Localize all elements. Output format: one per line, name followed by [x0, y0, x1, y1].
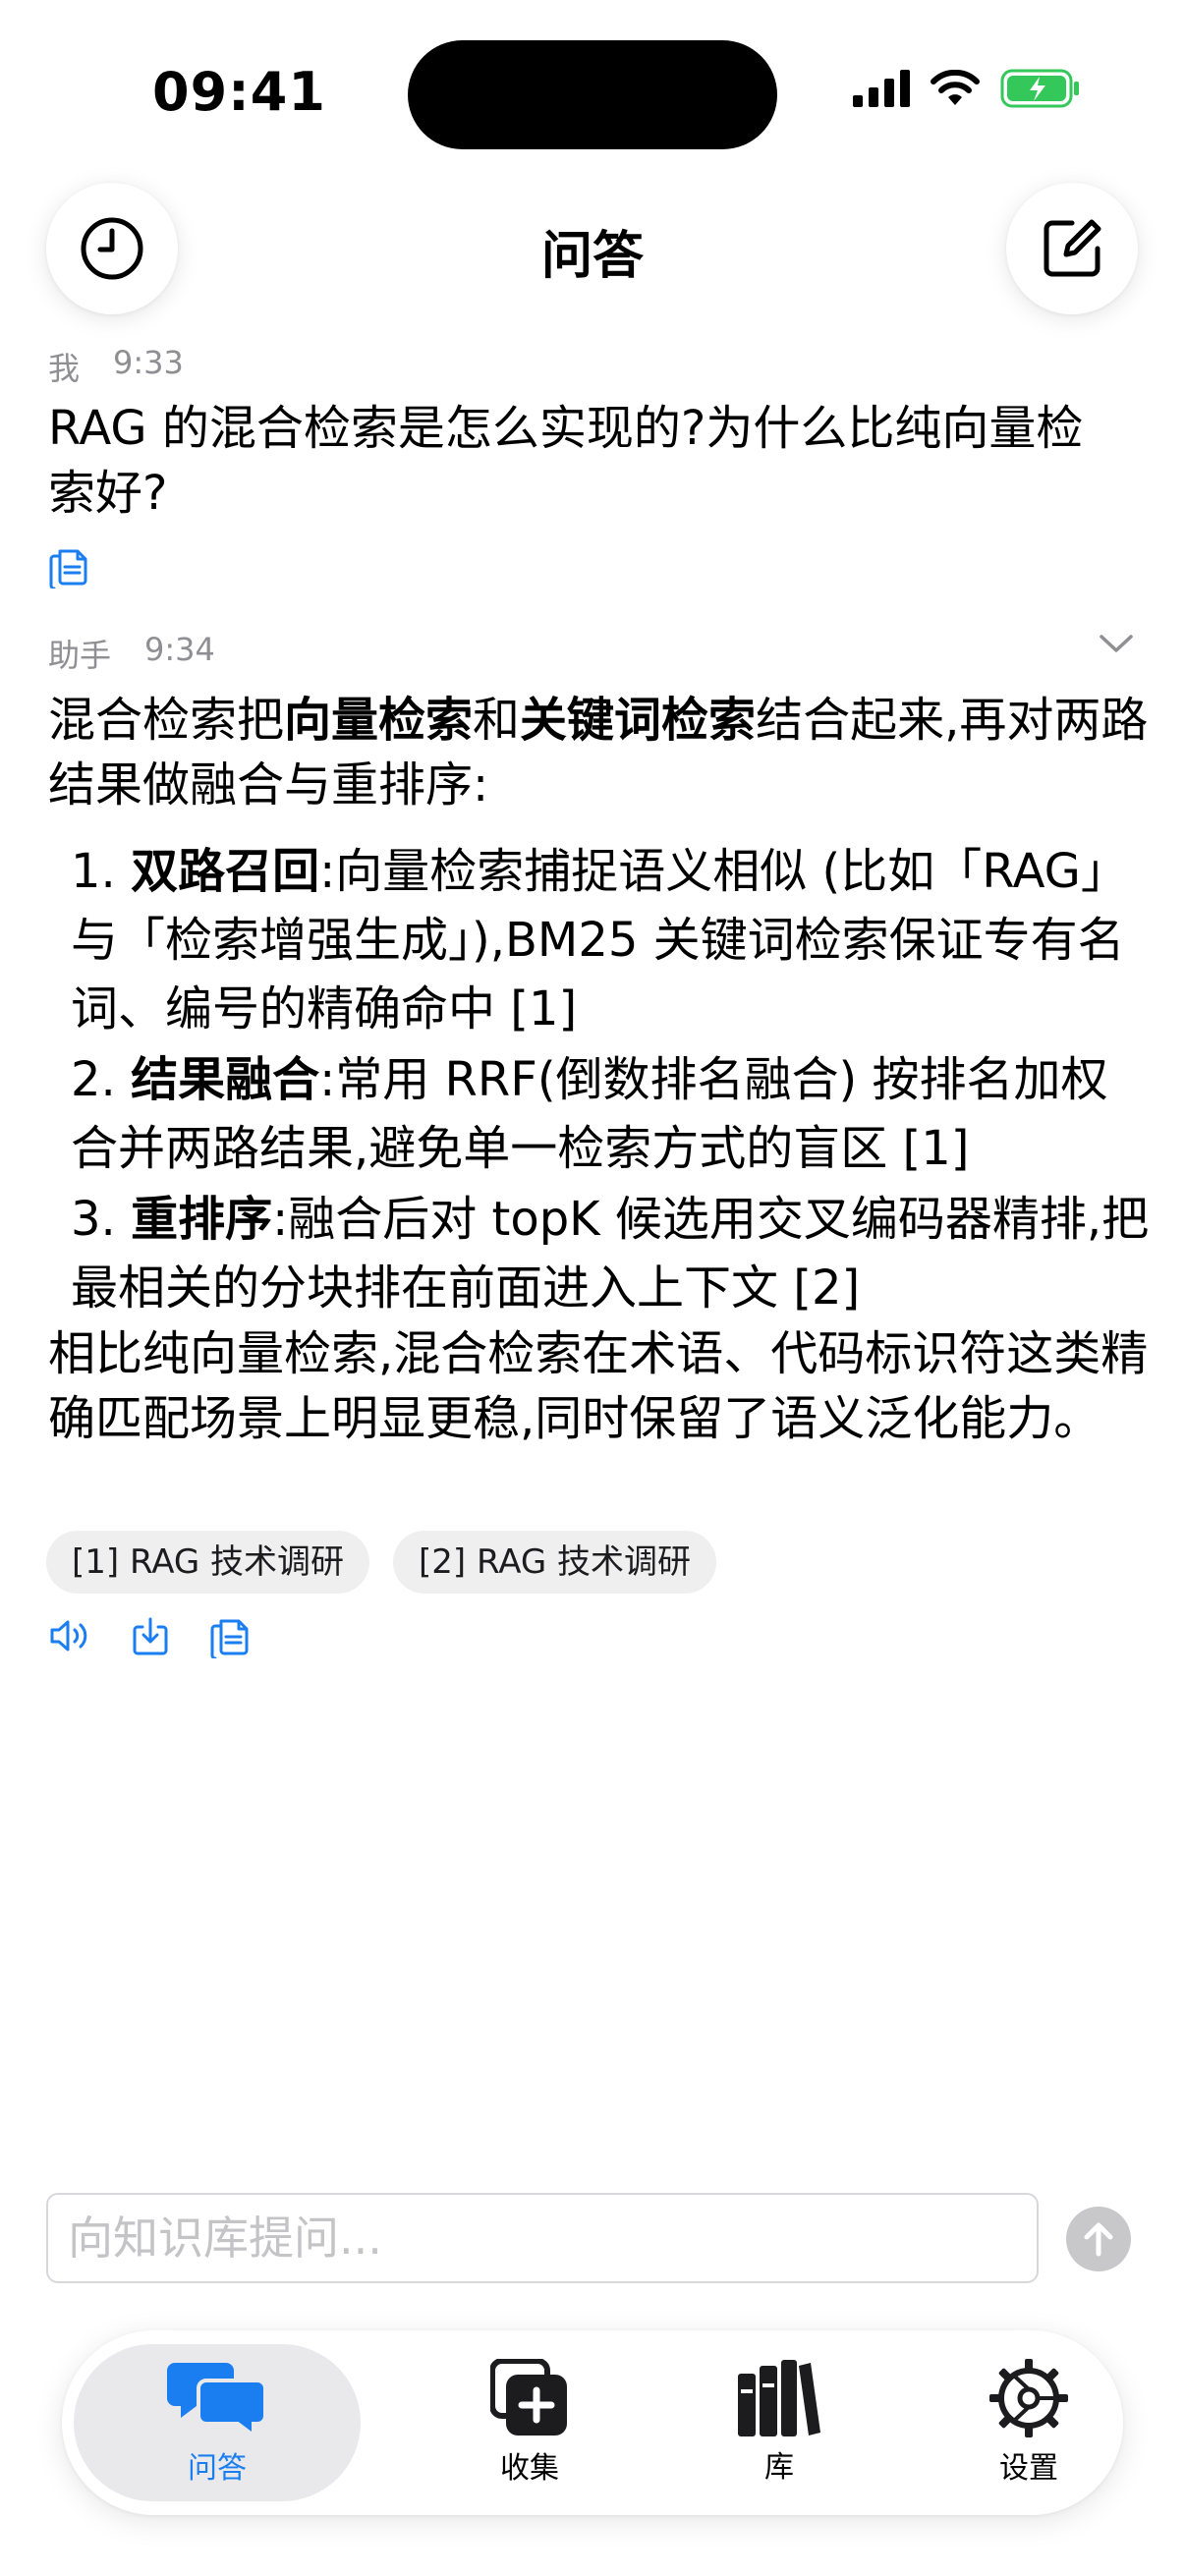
intro-bold-keyword: 关键词检索 [520, 693, 757, 748]
collapse-message-button[interactable] [1099, 633, 1134, 658]
citation-chip-2[interactable]: [2] RAG 技术调研 [393, 1531, 717, 1594]
read-aloud-button[interactable] [48, 1616, 91, 1659]
list-item-number: 1. [71, 844, 116, 899]
assistant-answer-intro: 混合检索把向量检索和关键词检索结合起来,再对两路结果做融合与重排序: [48, 688, 1149, 817]
cellular-signal-icon [853, 70, 910, 107]
list-item-number: 3. [71, 1192, 116, 1247]
list-item: 2. 结果融合:常用 RRF(倒数排名融合) 按排名加权合并两路结果,避免单一检… [71, 1045, 1152, 1183]
tab-bar: 问答 收集 库 设置 [62, 2330, 1123, 2515]
save-to-library-button[interactable] [131, 1615, 170, 1660]
citation-list: [1] RAG 技术调研 [2] RAG 技术调研 [46, 1531, 717, 1594]
assistant-time: 9:34 [144, 631, 215, 668]
library-books-icon [738, 2360, 820, 2436]
gear-icon [989, 2359, 1068, 2437]
list-item: 1. 双路召回:向量检索捕捉语义相似 (比如「RAG」与「检索增强生成」),BM… [71, 837, 1152, 1043]
list-item-title: 双路召回 [131, 844, 320, 899]
list-item-title: 结果融合 [131, 1052, 320, 1107]
tab-qa[interactable]: 问答 [74, 2344, 361, 2501]
arrow-up-icon [1084, 2222, 1113, 2257]
assistant-sender: 助手 [48, 637, 112, 674]
add-collection-icon [490, 2359, 567, 2436]
status-icons [853, 69, 1081, 108]
assistant-answer-closing: 相比纯向量检索,混合检索在术语、代码标识符这类精确匹配场景上明显更稳,同时保留了… [48, 1326, 1149, 1446]
citation-chip-1[interactable]: [1] RAG 技术调研 [46, 1531, 370, 1594]
new-chat-button[interactable] [1006, 183, 1138, 314]
tab-qa-label: 问答 [188, 2451, 247, 2486]
status-time: 09:41 [152, 61, 326, 123]
tab-collect-label: 收集 [500, 2451, 559, 2486]
tab-library[interactable]: 库 [636, 2344, 923, 2501]
intro-text-2: 和 [473, 693, 521, 748]
copy-icon [210, 1619, 249, 1660]
question-input[interactable] [46, 2193, 1039, 2283]
answer-list: 1. 双路召回:向量检索捕捉语义相似 (比如「RAG」与「检索增强生成」),BM… [71, 837, 1152, 1324]
tab-settings[interactable]: 设置 [885, 2344, 1172, 2501]
intro-bold-vector: 向量检索 [284, 693, 474, 748]
compose-icon [1044, 219, 1101, 277]
wifi-icon [931, 70, 980, 105]
copy-icon [49, 549, 87, 590]
user-time: 9:33 [113, 344, 184, 381]
intro-text-1: 混合检索把 [48, 693, 285, 748]
tab-library-label: 库 [764, 2450, 794, 2485]
list-item: 3. 重排序:融合后对 topK 候选用交叉编码器精排,把最相关的分块排在前面进… [71, 1185, 1152, 1322]
battery-charging-icon [1000, 69, 1079, 108]
status-bar: 09:41 [0, 0, 1185, 187]
user-message-meta: 我 9:33 [48, 344, 184, 389]
copy-answer-button[interactable] [209, 1613, 251, 1662]
list-item-title: 重排序 [131, 1192, 273, 1247]
copy-user-message-button[interactable] [48, 543, 89, 592]
user-message-text: RAG 的混合检索是怎么实现的?为什么比纯向量检索好? [48, 401, 1084, 521]
tab-settings-label: 设置 [999, 2451, 1058, 2486]
speaker-icon [50, 1620, 87, 1652]
message-actions [48, 1613, 251, 1662]
chevron-down-icon [1100, 635, 1133, 652]
list-item-number: 2. [71, 1052, 116, 1107]
assistant-message-meta: 助手 9:34 [48, 631, 215, 676]
chat-bubbles-icon [167, 2363, 267, 2437]
dynamic-island [408, 40, 777, 149]
user-sender: 我 [48, 350, 81, 387]
tab-collect[interactable]: 收集 [386, 2344, 673, 2501]
send-button[interactable] [1066, 2207, 1131, 2271]
download-tray-icon [133, 1617, 168, 1655]
